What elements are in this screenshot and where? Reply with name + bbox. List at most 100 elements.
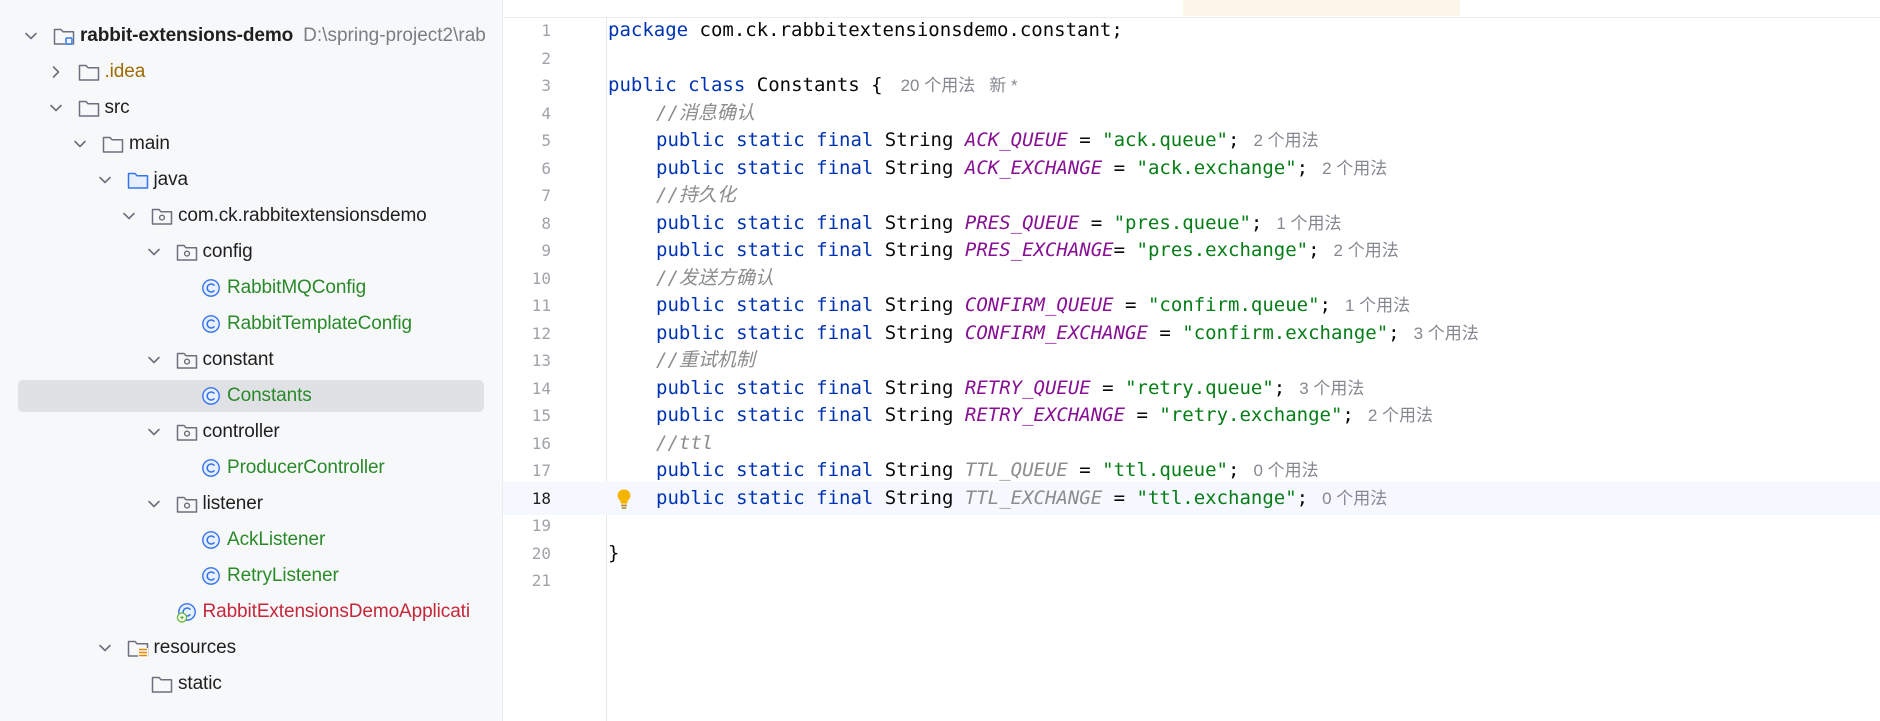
tree-item-com-ck-rabbitextensionsdemo[interactable]: com.ck.rabbitextensionsdemo bbox=[0, 199, 502, 233]
usages-hint: 0 个用法 bbox=[1322, 488, 1388, 508]
usages-hint: 1 个用法 bbox=[1344, 296, 1411, 315]
tree-item-retrylistener[interactable]: RetryListener bbox=[0, 559, 502, 593]
chevron-down-icon[interactable] bbox=[147, 425, 161, 439]
class-icon bbox=[199, 565, 223, 587]
constant-name: RETRY_QUEUE bbox=[964, 376, 1091, 399]
chevron-down-icon[interactable] bbox=[98, 173, 112, 187]
tree-item-resources[interactable]: resources bbox=[0, 631, 502, 665]
folder-icon bbox=[150, 673, 174, 695]
modifiers: public static final bbox=[656, 156, 874, 179]
package-name: com.ck.rabbitextensionsdemo.constant; bbox=[699, 19, 1123, 41]
tree-item-config[interactable]: config bbox=[0, 235, 502, 269]
project-tree: rabbit-extensions-demo D:\spring-project2… bbox=[0, 0, 503, 721]
tree-item-constants[interactable]: Constants bbox=[0, 379, 502, 413]
tree-item-acklistener[interactable]: AckListener bbox=[0, 523, 502, 557]
tree-item-src[interactable]: src bbox=[0, 91, 502, 125]
tree-item-java[interactable]: java bbox=[0, 163, 502, 197]
tree-item-idea[interactable]: .idea bbox=[0, 55, 502, 89]
chevron-down-icon[interactable] bbox=[147, 497, 161, 511]
class-icon bbox=[199, 529, 223, 551]
modifiers: public static final bbox=[656, 211, 874, 234]
new-author-hint: 新 * bbox=[989, 76, 1018, 95]
tree-item-label: rabbit-extensions-demo bbox=[80, 25, 294, 46]
code-comment: //ttl bbox=[656, 431, 714, 454]
usages-hint: 2 个用法 bbox=[1367, 406, 1434, 425]
code-editor[interactable]: 1 package com.ck.rabbitextensionsdemo.con… bbox=[503, 0, 1880, 721]
tree-item-rabbitextensionsdemoapplicati[interactable]: RabbitExtensionsDemoApplicati bbox=[0, 595, 502, 629]
assign-op: = bbox=[1113, 294, 1148, 316]
lightbulb-icon[interactable] bbox=[616, 488, 632, 510]
usages-hint: 2 个用法 bbox=[1333, 241, 1399, 260]
chevron-down-icon[interactable] bbox=[24, 29, 38, 43]
string-literal: "ack.queue" bbox=[1102, 129, 1229, 151]
usages-hint: 1 个用法 bbox=[1276, 213, 1342, 233]
string-literal: "ttl.queue" bbox=[1102, 459, 1229, 481]
assign-op: = bbox=[1113, 239, 1137, 261]
tree-item-static[interactable]: static bbox=[0, 667, 502, 701]
tree-item-label: static bbox=[178, 673, 222, 694]
code-line[interactable]: 21 bbox=[503, 564, 1880, 597]
tree-item-label: AckListener bbox=[227, 529, 326, 550]
assign-op: = bbox=[1102, 486, 1137, 509]
assign-op: = bbox=[1102, 156, 1137, 179]
string-literal: "retry.exchange" bbox=[1159, 404, 1343, 426]
tree-item-label: Constants bbox=[227, 385, 312, 406]
type-name: String bbox=[884, 486, 954, 509]
type-name: String bbox=[884, 294, 954, 316]
tree-item-label: RabbitMQConfig bbox=[227, 277, 367, 298]
tree-item-rabbitmqconfig[interactable]: RabbitMQConfig bbox=[0, 271, 502, 305]
chevron-down-icon[interactable] bbox=[98, 641, 112, 655]
tree-item-rabbit-extensions-demo[interactable]: rabbit-extensions-demo D:\spring-project2… bbox=[0, 19, 502, 53]
constant-name: CONFIRM_EXCHANGE bbox=[964, 321, 1148, 344]
folder-icon bbox=[77, 61, 101, 83]
tree-item-label: RabbitExtensionsDemoApplicati bbox=[202, 601, 471, 622]
chevron-right-icon[interactable] bbox=[49, 65, 63, 79]
package-icon bbox=[150, 205, 174, 227]
code-comment: //消息确认 bbox=[656, 101, 755, 124]
type-name: String bbox=[884, 376, 954, 399]
folder-icon bbox=[77, 97, 101, 119]
code-comment: //持久化 bbox=[656, 184, 736, 206]
tree-item-producercontroller[interactable]: ProducerController bbox=[0, 451, 502, 485]
constant-name: RETRY_EXCHANGE bbox=[964, 404, 1126, 426]
modifiers: public static final bbox=[656, 239, 874, 261]
modifiers: public static final bbox=[656, 376, 874, 399]
usages-hint: 2 个用法 bbox=[1253, 131, 1319, 150]
modifiers: public static final bbox=[656, 459, 874, 481]
modifiers: public static final bbox=[656, 321, 874, 344]
tree-item-controller[interactable]: controller bbox=[0, 415, 502, 449]
chevron-down-icon[interactable] bbox=[73, 137, 87, 151]
constant-name: ACK_EXCHANGE bbox=[964, 156, 1103, 179]
chevron-down-icon[interactable] bbox=[122, 209, 136, 223]
constant-name: PRES_QUEUE bbox=[964, 211, 1080, 234]
chevron-down-icon[interactable] bbox=[49, 101, 63, 115]
type-name: String bbox=[884, 459, 954, 481]
tree-item-label: java bbox=[153, 169, 189, 190]
string-literal: "retry.queue" bbox=[1125, 376, 1274, 399]
tree-item-label: listener bbox=[202, 493, 264, 514]
tree-item-main[interactable]: main bbox=[0, 127, 502, 161]
tree-item-label: src bbox=[104, 97, 130, 118]
type-name: String bbox=[884, 321, 954, 344]
modifiers: public static final bbox=[656, 404, 874, 426]
tree-item-constant[interactable]: constant bbox=[0, 343, 502, 377]
closing-brace: } bbox=[608, 541, 620, 564]
constant-name: TTL_EXCHANGE bbox=[964, 486, 1103, 509]
class-icon bbox=[199, 277, 223, 299]
keyword: class bbox=[688, 74, 746, 96]
chevron-down-icon[interactable] bbox=[147, 353, 161, 367]
tree-item-rabbittemplateconfig[interactable]: RabbitTemplateConfig bbox=[0, 307, 502, 341]
package-icon bbox=[175, 241, 199, 263]
chevron-down-icon[interactable] bbox=[147, 245, 161, 259]
source-folder-icon bbox=[126, 169, 150, 191]
tree-item-listener[interactable]: listener bbox=[0, 487, 502, 521]
type-name: String bbox=[884, 239, 954, 261]
tree-item-label: RetryListener bbox=[227, 565, 339, 586]
